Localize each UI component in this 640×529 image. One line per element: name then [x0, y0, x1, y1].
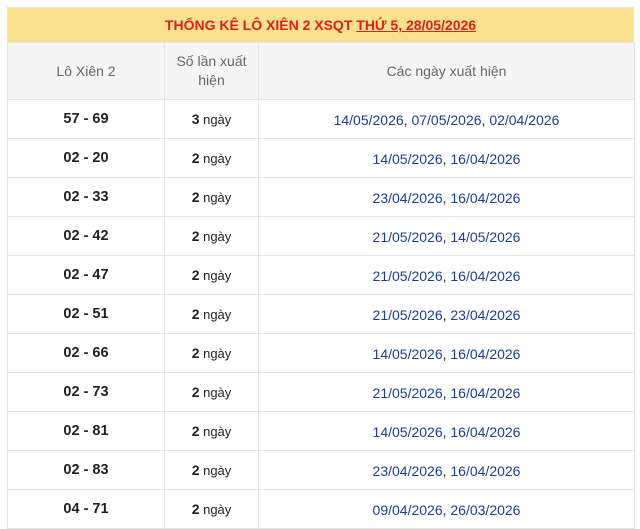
date-link[interactable]: 21/05/2026: [373, 229, 443, 245]
count-suffix: ngày: [199, 307, 232, 322]
lo-xien-table: Lô Xiên 2 Số lần xuất hiện Các ngày xuất…: [7, 42, 635, 529]
count-suffix: ngày: [199, 151, 232, 166]
count-cell: 2 ngày: [164, 216, 259, 256]
count-cell: 2 ngày: [164, 450, 259, 490]
dates-cell: 09/04/2026, 26/03/2026: [258, 489, 635, 529]
dates-cell: 23/04/2026, 16/04/2026: [258, 177, 635, 217]
count-suffix: ngày: [199, 346, 232, 361]
table-row: 04 - 71 2 ngày 09/04/2026, 26/03/2026: [7, 489, 635, 529]
date-link[interactable]: 16/04/2026: [450, 346, 520, 362]
dates-cell: 21/05/2026, 16/04/2026: [258, 255, 635, 295]
pair-cell: 04 - 71: [7, 489, 165, 529]
date-link[interactable]: 26/03/2026: [450, 502, 520, 518]
count-cell: 2 ngày: [164, 138, 259, 178]
date-link[interactable]: 23/04/2026: [373, 190, 443, 206]
dates-cell: 23/04/2026, 16/04/2026: [258, 450, 635, 490]
count-cell: 3 ngày: [164, 99, 259, 139]
count-cell: 2 ngày: [164, 255, 259, 295]
date-link[interactable]: 16/04/2026: [450, 190, 520, 206]
dates-cell: 21/05/2026, 14/05/2026: [258, 216, 635, 256]
date-link[interactable]: 14/05/2026: [450, 229, 520, 245]
date-link[interactable]: 09/04/2026: [373, 502, 443, 518]
date-link[interactable]: 23/04/2026: [373, 463, 443, 479]
date-link[interactable]: 16/04/2026: [450, 151, 520, 167]
pair-cell: 02 - 81: [7, 411, 165, 451]
count-suffix: ngày: [199, 229, 232, 244]
table-header-row: Lô Xiên 2 Số lần xuất hiện Các ngày xuất…: [7, 42, 635, 100]
pair-cell: 57 - 69: [7, 99, 165, 139]
count-cell: 2 ngày: [164, 294, 259, 334]
table-row: 02 - 33 2 ngày 23/04/2026, 16/04/2026: [7, 177, 635, 217]
count-suffix: ngày: [199, 268, 232, 283]
dates-cell: 14/05/2026, 16/04/2026: [258, 333, 635, 373]
count-suffix: ngày: [199, 190, 232, 205]
date-link[interactable]: 16/04/2026: [450, 463, 520, 479]
pair-cell: 02 - 73: [7, 372, 165, 412]
table-row: 02 - 73 2 ngày 21/05/2026, 16/04/2026: [7, 372, 635, 412]
date-link[interactable]: 16/04/2026: [450, 424, 520, 440]
date-link[interactable]: 16/04/2026: [450, 268, 520, 284]
dates-cell: 14/05/2026, 16/04/2026: [258, 411, 635, 451]
date-link[interactable]: 14/05/2026: [373, 151, 443, 167]
dates-cell: 21/05/2026, 16/04/2026: [258, 372, 635, 412]
stats-title-date-link[interactable]: THỨ 5, 28/05/2026: [356, 17, 476, 33]
count-cell: 2 ngày: [164, 333, 259, 373]
dates-cell: 14/05/2026, 16/04/2026: [258, 138, 635, 178]
pair-cell: 02 - 66: [7, 333, 165, 373]
header-count: Số lần xuất hiện: [164, 42, 259, 100]
lo-xien-stats-panel: THỐNG KÊ LÔ XIÊN 2 XSQT THỨ 5, 28/05/202…: [7, 7, 635, 529]
table-row: 02 - 51 2 ngày 21/05/2026, 23/04/2026: [7, 294, 635, 334]
table-row: 02 - 66 2 ngày 14/05/2026, 16/04/2026: [7, 333, 635, 373]
date-link[interactable]: 14/05/2026: [373, 346, 443, 362]
pair-cell: 02 - 42: [7, 216, 165, 256]
date-link[interactable]: 21/05/2026: [373, 268, 443, 284]
header-pair: Lô Xiên 2: [7, 42, 165, 100]
pair-cell: 02 - 33: [7, 177, 165, 217]
count-suffix: ngày: [199, 112, 232, 127]
table-body: 57 - 69 3 ngày 14/05/2026, 07/05/2026, 02/…: [7, 99, 635, 529]
dates-cell: 21/05/2026, 23/04/2026: [258, 294, 635, 334]
date-link[interactable]: 07/05/2026: [411, 112, 481, 128]
table-row: 02 - 20 2 ngày 14/05/2026, 16/04/2026: [7, 138, 635, 178]
date-link[interactable]: 16/04/2026: [450, 385, 520, 401]
table-row: 02 - 81 2 ngày 14/05/2026, 16/04/2026: [7, 411, 635, 451]
date-link[interactable]: 02/04/2026: [489, 112, 559, 128]
pair-cell: 02 - 51: [7, 294, 165, 334]
stats-title-text: THỐNG KÊ LÔ XIÊN 2 XSQT: [164, 17, 357, 33]
table-row: 57 - 69 3 ngày 14/05/2026, 07/05/2026, 02/…: [7, 99, 635, 139]
pair-cell: 02 - 47: [7, 255, 165, 295]
date-link[interactable]: 23/04/2026: [450, 307, 520, 323]
stats-title-bar: THỐNG KÊ LÔ XIÊN 2 XSQT THỨ 5, 28/05/202…: [7, 7, 634, 42]
table-row: 02 - 47 2 ngày 21/05/2026, 16/04/2026: [7, 255, 635, 295]
date-link[interactable]: 21/05/2026: [373, 307, 443, 323]
date-link[interactable]: 14/05/2026: [334, 112, 404, 128]
count-cell: 2 ngày: [164, 372, 259, 412]
count-cell: 2 ngày: [164, 489, 259, 529]
dates-cell: 14/05/2026, 07/05/2026, 02/04/2026: [258, 99, 635, 139]
table-row: 02 - 83 2 ngày 23/04/2026, 16/04/2026: [7, 450, 635, 490]
pair-cell: 02 - 20: [7, 138, 165, 178]
pair-cell: 02 - 83: [7, 450, 165, 490]
count-suffix: ngày: [199, 463, 232, 478]
count-cell: 2 ngày: [164, 411, 259, 451]
count-cell: 2 ngày: [164, 177, 259, 217]
date-link[interactable]: 21/05/2026: [373, 385, 443, 401]
count-suffix: ngày: [199, 385, 232, 400]
table-row: 02 - 42 2 ngày 21/05/2026, 14/05/2026: [7, 216, 635, 256]
date-link[interactable]: 14/05/2026: [373, 424, 443, 440]
count-suffix: ngày: [199, 424, 232, 439]
header-dates: Các ngày xuất hiện: [258, 42, 635, 100]
